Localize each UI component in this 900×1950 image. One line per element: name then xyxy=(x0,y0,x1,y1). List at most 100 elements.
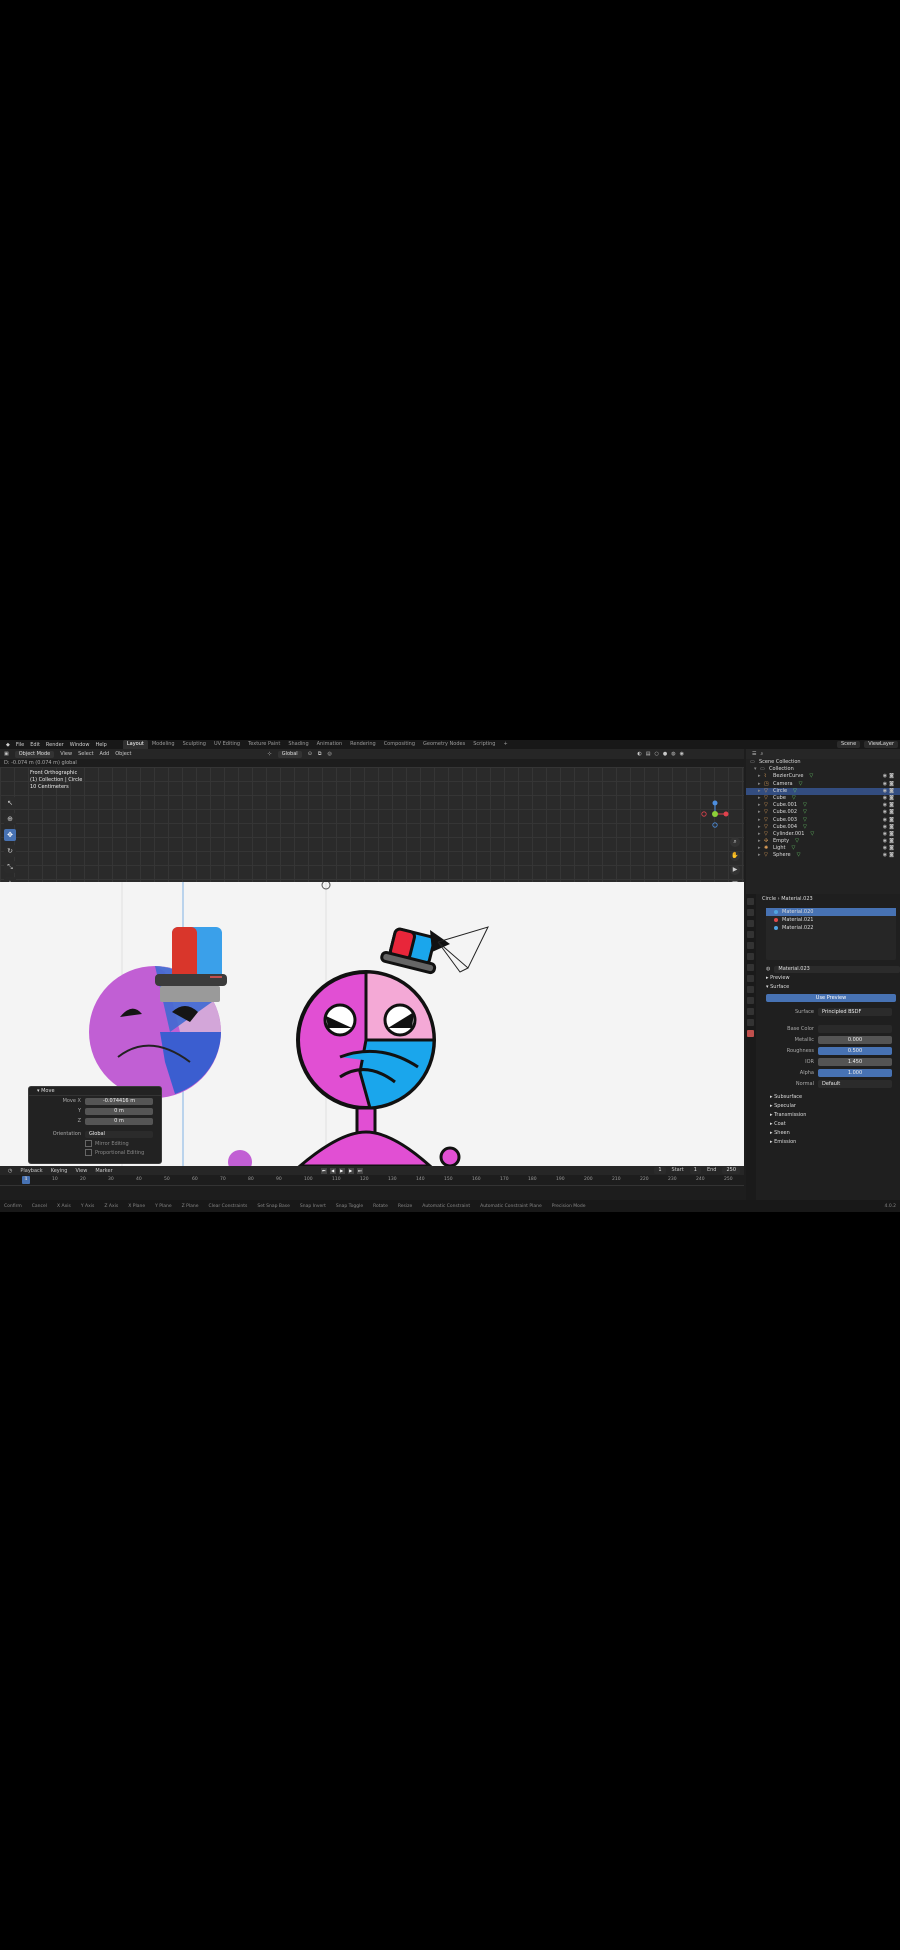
world-tab-icon[interactable] xyxy=(747,953,754,960)
outliner-item-sphere[interactable]: ▸ ▽ Sphere ▽ ◉◙ xyxy=(746,852,900,859)
orientation-select[interactable]: Global xyxy=(85,1130,153,1138)
menu-select[interactable]: Select xyxy=(78,751,93,757)
subsection-subsurface[interactable]: ▸ Subsurface xyxy=(758,1093,900,1102)
mode-dropdown[interactable]: Object Mode xyxy=(14,750,55,758)
material-slot[interactable]: Material.021 xyxy=(766,916,896,924)
outliner-item-circle[interactable]: ▸ ▽ Circle ▽ ◉◙ xyxy=(746,787,900,795)
tab-rendering[interactable]: Rendering xyxy=(346,740,380,749)
proportional-editing-checkbox[interactable]: Proportional Editing xyxy=(29,1148,161,1157)
alpha-field[interactable]: 1.000 xyxy=(818,1068,892,1077)
object-data-icon[interactable]: ▽ xyxy=(797,852,803,859)
overlay-icon[interactable]: ◐ xyxy=(637,751,641,757)
object-data-icon[interactable]: ▽ xyxy=(799,781,805,788)
tool-tab-icon[interactable] xyxy=(747,898,754,905)
render-tab-icon[interactable] xyxy=(747,909,754,916)
scene-field[interactable]: Scene xyxy=(836,741,861,748)
outliner-item-empty[interactable]: ▸ ✣ Empty ▽ ◉◙ xyxy=(746,838,900,845)
visibility-icon[interactable]: ◉◙ xyxy=(883,795,896,802)
subsection-coat[interactable]: ▸ Coat xyxy=(758,1120,900,1129)
normal-field[interactable]: Default xyxy=(818,1079,892,1088)
tab-uv-editing[interactable]: UV Editing xyxy=(210,740,244,749)
rendered-shading-icon[interactable]: ◉ xyxy=(680,751,684,757)
menu-help[interactable]: Help xyxy=(95,742,106,748)
menu-marker[interactable]: Marker xyxy=(95,1168,112,1174)
current-frame-field[interactable]: 1 xyxy=(654,1167,666,1174)
material-name-field[interactable]: Material.023 xyxy=(774,965,900,973)
tab-shading[interactable]: Shading xyxy=(284,740,312,749)
xray-icon[interactable]: ▤ xyxy=(646,751,651,757)
visibility-icon[interactable]: ◉◙ xyxy=(883,781,896,788)
proportional-icon[interactable]: ◎ xyxy=(327,751,331,757)
rotate-tool-icon[interactable]: ↻ xyxy=(4,845,16,857)
orientation-dropdown[interactable]: Global xyxy=(277,750,302,758)
camera-view-icon[interactable]: ▶ xyxy=(730,865,740,875)
menu-playback[interactable]: Playback xyxy=(20,1168,42,1174)
tab-scripting[interactable]: Scripting xyxy=(469,740,499,749)
object-data-icon[interactable]: ▽ xyxy=(803,809,809,816)
scale-tool-icon[interactable]: ⤡ xyxy=(4,861,16,873)
add-workspace-button[interactable]: + xyxy=(499,740,511,749)
jump-start-icon[interactable]: ⏮ xyxy=(320,1167,327,1174)
view-layer-field[interactable]: ViewLayer xyxy=(864,741,898,748)
modifier-tab-icon[interactable] xyxy=(747,975,754,982)
subsection-emission[interactable]: ▸ Emission xyxy=(758,1138,900,1147)
material-slot[interactable]: Material.020 xyxy=(766,908,896,916)
output-tab-icon[interactable] xyxy=(747,920,754,927)
move-operator-panel[interactable]: ▾ Move Move X -0.074416 m Y 0 m Z 0 m Or… xyxy=(28,1086,162,1164)
outliner-item-cube-002[interactable]: ▸ ▽ Cube.002 ▽ ◉◙ xyxy=(746,809,900,816)
menu-keying[interactable]: Keying xyxy=(51,1168,68,1174)
prev-key-icon[interactable]: ◀ xyxy=(329,1167,336,1174)
move-y-field[interactable]: 0 m xyxy=(85,1107,153,1115)
move-x-field[interactable]: -0.074416 m xyxy=(85,1097,153,1105)
object-data-icon[interactable]: ▽ xyxy=(791,845,797,852)
visibility-icon[interactable]: ◉◙ xyxy=(883,852,896,859)
zoom-icon[interactable]: ⌕ xyxy=(730,837,740,847)
tab-animation[interactable]: Animation xyxy=(313,740,347,749)
roughness-field[interactable]: 0.500 xyxy=(818,1046,892,1055)
move-z-field[interactable]: 0 m xyxy=(85,1117,153,1125)
scene-collection-row[interactable]: ▭ Scene Collection xyxy=(746,759,900,766)
timeline-ruler[interactable]: 1 1 10 20 30 40 50 60 70 80 90 100 110 120 130 140 150 1… xyxy=(0,1175,744,1186)
object-data-icon[interactable]: ▽ xyxy=(793,788,799,795)
collection-row[interactable]: ▾ ▭ Collection xyxy=(746,766,900,773)
material-shading-icon[interactable]: ◍ xyxy=(671,751,675,757)
jump-end-icon[interactable]: ⏭ xyxy=(356,1167,363,1174)
snap-icon[interactable]: ⧉ xyxy=(318,751,322,757)
object-data-icon[interactable]: ▽ xyxy=(803,817,809,824)
visibility-icon[interactable]: ◉◙ xyxy=(883,824,896,831)
data-tab-icon[interactable] xyxy=(747,1019,754,1026)
tab-layout[interactable]: Layout xyxy=(122,740,148,749)
menu-render[interactable]: Render xyxy=(46,742,64,748)
end-frame-field[interactable]: 250 xyxy=(722,1167,740,1174)
outliner-item-camera[interactable]: ▸ ◳ Camera ▽ ◉◙ xyxy=(746,781,900,788)
menu-edit[interactable]: Edit xyxy=(30,742,40,748)
material-tab-icon[interactable] xyxy=(747,1030,754,1037)
scene-tab-icon[interactable] xyxy=(747,942,754,949)
start-frame-field[interactable]: 1 xyxy=(689,1167,701,1174)
object-data-icon[interactable]: ▽ xyxy=(810,831,816,838)
visibility-icon[interactable]: ◉◙ xyxy=(883,845,896,852)
menu-object[interactable]: Object xyxy=(115,751,131,757)
menu-window[interactable]: Window xyxy=(70,742,90,748)
material-slot[interactable]: Material.022 xyxy=(766,924,896,932)
outliner-item-cube-004[interactable]: ▸ ▽ Cube.004 ▽ ◉◙ xyxy=(746,824,900,831)
constraints-tab-icon[interactable] xyxy=(747,1008,754,1015)
pivot-icon[interactable]: ⊙ xyxy=(308,751,312,757)
outliner-item-cylinder-001[interactable]: ▸ ▽ Cylinder.001 ▽ ◉◙ xyxy=(746,831,900,838)
preview-panel[interactable]: ▸ Preview xyxy=(758,974,900,983)
visibility-icon[interactable]: ◉◙ xyxy=(883,788,896,795)
move-tool-icon[interactable]: ✥ xyxy=(4,829,16,841)
subsection-sheen[interactable]: ▸ Sheen xyxy=(758,1129,900,1138)
object-data-icon[interactable]: ▽ xyxy=(803,824,809,831)
physics-tab-icon[interactable] xyxy=(747,997,754,1004)
object-data-icon[interactable]: ▽ xyxy=(792,795,798,802)
visibility-icon[interactable]: ◉◙ xyxy=(883,838,896,845)
next-key-icon[interactable]: ▶ xyxy=(347,1167,354,1174)
editor-type-icon[interactable]: ▣ xyxy=(4,751,9,757)
wireframe-shading-icon[interactable]: ○ xyxy=(655,751,659,757)
object-tab-icon[interactable] xyxy=(747,964,754,971)
visibility-icon[interactable]: ◉◙ xyxy=(883,809,896,816)
visibility-icon[interactable]: ◉◙ xyxy=(883,831,896,838)
pan-icon[interactable]: ✋ xyxy=(730,851,740,861)
navigation-gizmo[interactable] xyxy=(700,799,730,829)
